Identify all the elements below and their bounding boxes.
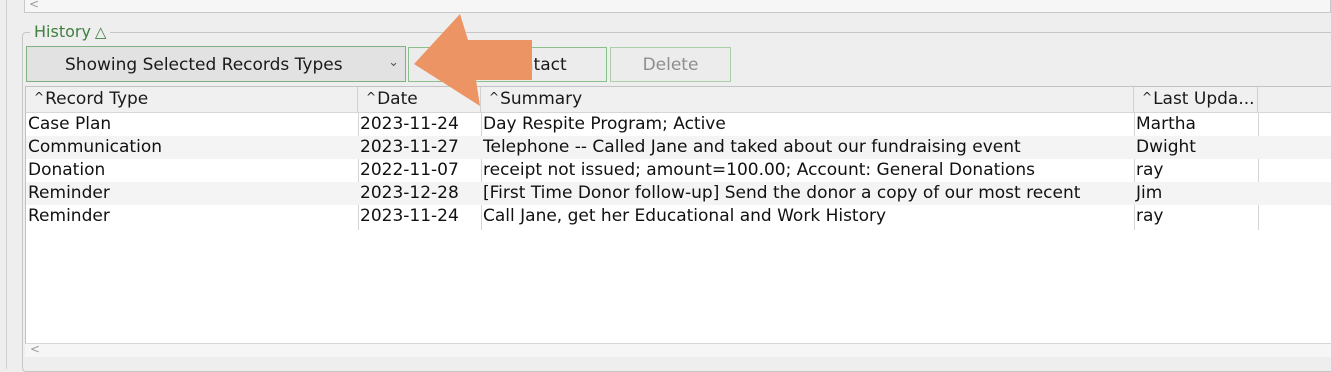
triangle-up-icon[interactable]: △ <box>95 23 107 41</box>
sort-ascending-icon: ^ <box>34 90 45 104</box>
cell-date: 2022-11-07 <box>360 160 459 180</box>
cell-date: 2023-11-24 <box>360 114 459 134</box>
cell-summary: Call Jane, get her Educational and Work … <box>483 206 887 226</box>
cell-summary: Telephone -- Called Jane and taked about… <box>483 137 1021 157</box>
column-header-date[interactable]: ^Date <box>358 87 481 112</box>
cell-record-type: Communication <box>28 137 162 157</box>
contact-button-label: ontact <box>512 54 567 75</box>
scroll-left-icon[interactable]: < <box>30 342 40 356</box>
table-body: Case Plan 2023-11-24 Day Respite Program… <box>26 113 1331 228</box>
cell-summary: receipt not issued; amount=100.00; Accou… <box>483 160 1036 180</box>
contact-button[interactable]: ontact <box>408 47 607 82</box>
cell-summary: [First Time Donor follow-up] Send the do… <box>483 183 1081 203</box>
left-border <box>6 0 7 369</box>
cell-date: 2023-12-28 <box>360 183 459 203</box>
cell-date: 2023-11-24 <box>360 206 459 226</box>
cell-record-type: Donation <box>28 160 106 180</box>
table-row[interactable]: Communication 2023-11-27 Telephone -- Ca… <box>26 136 1331 159</box>
cell-date: 2023-11-27 <box>360 137 459 157</box>
table-row[interactable]: Reminder 2023-11-24 Call Jane, get her E… <box>26 205 1331 228</box>
top-horizontal-scrollbar[interactable]: < <box>24 0 1331 13</box>
sort-ascending-icon: ^ <box>489 90 500 104</box>
cell-last-updated: Jim <box>1136 183 1163 203</box>
column-header-last-updated[interactable]: ^Last Upda... <box>1134 87 1258 112</box>
cell-last-updated: ray <box>1136 206 1164 226</box>
chevron-down-icon: ⌄ <box>388 55 399 70</box>
cell-last-updated: Martha <box>1136 114 1196 134</box>
column-label: Summary <box>500 89 583 109</box>
table-row[interactable]: Donation 2022-11-07 receipt not issued; … <box>26 159 1331 182</box>
table-row[interactable]: Reminder 2023-12-28 [First Time Donor fo… <box>26 182 1331 205</box>
history-group-title[interactable]: History △ <box>30 22 111 42</box>
column-label: Date <box>377 89 418 109</box>
cell-last-updated: ray <box>1136 160 1164 180</box>
table-header: ^Record Type ^Date ^Summary ^Last Upda..… <box>26 87 1331 113</box>
sort-ascending-icon: ^ <box>366 90 377 104</box>
bottom-horizontal-scrollbar[interactable]: < <box>25 342 1331 357</box>
delete-button[interactable]: Delete <box>610 47 731 82</box>
scroll-left-icon[interactable]: < <box>29 0 39 11</box>
delete-button-label: Delete <box>642 54 699 75</box>
table-row[interactable]: Case Plan 2023-11-24 Day Respite Program… <box>26 113 1331 136</box>
record-type-filter-select[interactable]: Showing Selected Records Types ⌄ <box>26 46 406 82</box>
cell-last-updated: Dwight <box>1136 137 1196 157</box>
history-table: ^Record Type ^Date ^Summary ^Last Upda..… <box>25 86 1331 357</box>
cell-record-type: Reminder <box>28 206 110 226</box>
column-label: Record Type <box>45 89 149 109</box>
cell-summary: Day Respite Program; Active <box>483 114 726 134</box>
cell-record-type: Reminder <box>28 183 110 203</box>
record-type-filter-label: Showing Selected Records Types <box>65 55 343 75</box>
cell-record-type: Case Plan <box>28 114 112 134</box>
column-header-summary[interactable]: ^Summary <box>481 87 1134 112</box>
sort-ascending-icon: ^ <box>1142 90 1153 104</box>
history-title-label: History <box>34 22 91 41</box>
column-label: Last Upda... <box>1153 89 1255 109</box>
column-header-record-type[interactable]: ^Record Type <box>26 87 358 112</box>
